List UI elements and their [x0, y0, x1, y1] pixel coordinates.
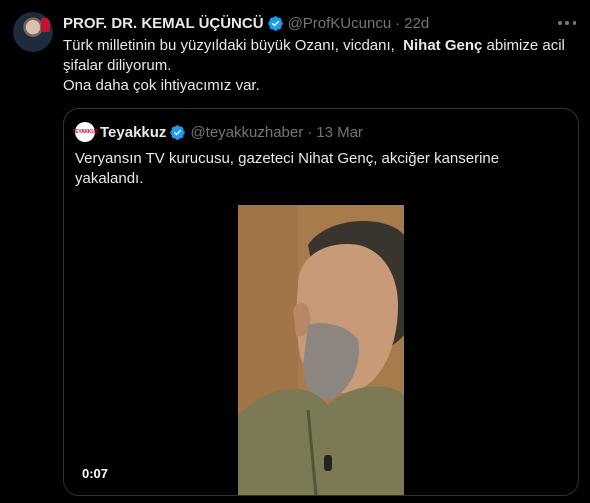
tweet-header: PROF. DR. KEMAL ÜÇÜNCÜ @ProfKUcuncu · 22… — [63, 13, 429, 33]
quote-text: Veryansın TV kurucusu, gazeteci Nihat Ge… — [75, 149, 565, 189]
verified-badge-icon — [170, 124, 186, 140]
tweet-text: Türk milletinin bu yüzyıldaki büyük Ozan… — [63, 36, 583, 96]
separator-dot: · — [307, 123, 313, 141]
quote-author-handle[interactable]: @teyakkuzhaber — [190, 124, 303, 141]
video-player[interactable]: 0:07 — [64, 205, 578, 495]
mention-name: Nihat Genç — [403, 37, 483, 54]
quoted-tweet[interactable]: TEYAKKUZ Teyakkuz @teyakkuzhaber · 13 Ma… — [63, 108, 579, 496]
tweet-line1-prefix: Türk milletinin bu yüzyıldaki büyük Ozan… — [63, 37, 395, 54]
separator-dot: · — [395, 14, 401, 32]
more-options-icon[interactable] — [558, 14, 576, 32]
quote-line2: yakalandı. — [75, 170, 144, 187]
quote-avatar[interactable]: TEYAKKUZ — [72, 122, 98, 142]
quote-line1: Veryansın TV kurucusu, gazeteci Nihat Ge… — [75, 150, 500, 167]
tweet-line1-suffix: abimize acil — [486, 37, 565, 54]
flag-icon — [41, 18, 50, 32]
quote-timestamp[interactable]: 13 Mar — [316, 124, 363, 141]
verified-badge-icon — [267, 15, 283, 31]
author-name[interactable]: PROF. DR. KEMAL ÜÇÜNCÜ — [63, 15, 264, 32]
video-frame — [238, 205, 404, 495]
quote-avatar-logo: TEYAKKUZ — [72, 129, 98, 135]
author-handle[interactable]: @ProfKUcuncu — [288, 15, 392, 32]
video-duration: 0:07 — [82, 466, 109, 481]
quote-header: TEYAKKUZ Teyakkuz @teyakkuzhaber · 13 Ma… — [72, 122, 363, 142]
tweet-timestamp[interactable]: 22d — [404, 15, 429, 32]
tweet-line3: Ona daha çok ihtiyacımız var. — [63, 77, 260, 94]
video-still-image — [238, 205, 404, 495]
quote-author-name[interactable]: Teyakkuz — [100, 124, 166, 141]
author-avatar[interactable] — [13, 12, 53, 52]
tweet-line2: şifalar diliyorum. — [63, 57, 172, 74]
